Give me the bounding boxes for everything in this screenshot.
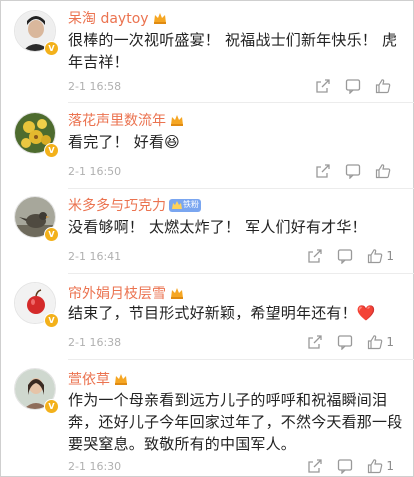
share-icon bbox=[308, 335, 323, 349]
thumbs-up-icon bbox=[375, 79, 391, 94]
thumbs-up-icon bbox=[368, 459, 383, 474]
like-count: 1 bbox=[386, 249, 394, 263]
comment-icon bbox=[338, 459, 353, 474]
share-button[interactable] bbox=[300, 247, 330, 265]
username[interactable]: 帘外娟月枝层雪 bbox=[68, 283, 166, 303]
comment-icon bbox=[338, 335, 353, 350]
timestamp: 2-1 16:50 bbox=[68, 165, 122, 178]
thumbs-up-icon bbox=[375, 164, 391, 179]
share-button[interactable] bbox=[300, 333, 330, 351]
comment-button[interactable] bbox=[338, 77, 368, 95]
member-crown-icon bbox=[115, 374, 127, 385]
share-button[interactable] bbox=[308, 162, 338, 180]
divider bbox=[68, 188, 414, 189]
username[interactable]: 米多多与巧克力 bbox=[68, 195, 166, 215]
crown-icon bbox=[172, 200, 182, 209]
thumbs-up-icon bbox=[368, 335, 383, 350]
avatar[interactable]: V bbox=[14, 10, 59, 56]
username[interactable]: 落花声里数流年 bbox=[68, 110, 166, 130]
avatar[interactable]: V bbox=[14, 112, 59, 158]
thumbs-up-icon bbox=[368, 249, 383, 264]
share-button[interactable] bbox=[300, 457, 330, 475]
member-crown-icon bbox=[171, 288, 183, 299]
comment-text: 很棒的一次视听盛宴！ 祝福战士们新年快乐！ 虎年吉祥！ bbox=[68, 31, 398, 71]
comment-text: 结束了，节目形式好新颖，希望明年还有！❤️ bbox=[68, 304, 376, 322]
fan-badge-label: 铁粉 bbox=[183, 200, 199, 209]
like-count: 1 bbox=[386, 459, 394, 473]
timestamp: 2-1 16:30 bbox=[68, 460, 122, 473]
comment-text: 看完了！ 好看😆 bbox=[68, 133, 181, 151]
comment-icon bbox=[345, 79, 361, 94]
member-crown-icon bbox=[171, 115, 183, 126]
fan-badge: 铁粉 bbox=[169, 198, 201, 212]
avatar[interactable]: V bbox=[14, 196, 59, 242]
share-icon bbox=[316, 164, 330, 178]
divider bbox=[68, 102, 414, 103]
comment-icon bbox=[338, 249, 353, 264]
verified-badge-icon: V bbox=[44, 41, 59, 56]
share-icon bbox=[308, 249, 323, 263]
divider bbox=[68, 359, 414, 360]
comment-button[interactable] bbox=[330, 457, 360, 475]
comment-button[interactable] bbox=[338, 162, 368, 180]
timestamp: 2-1 16:41 bbox=[68, 250, 122, 263]
share-button[interactable] bbox=[308, 77, 338, 95]
comment-icon bbox=[345, 164, 361, 179]
comment-text: 没看够啊！ 太燃太炸了！ 军人们好有才华！ bbox=[68, 218, 367, 236]
verified-badge-icon: V bbox=[44, 399, 59, 414]
share-icon bbox=[308, 459, 323, 473]
comment-button[interactable] bbox=[330, 247, 360, 265]
username[interactable]: 呆淘 daytoy bbox=[68, 8, 149, 28]
share-icon bbox=[316, 79, 330, 93]
like-count: 1 bbox=[386, 335, 394, 349]
verified-badge-icon: V bbox=[44, 143, 59, 158]
member-crown-icon bbox=[153, 13, 166, 24]
like-button[interactable] bbox=[368, 162, 398, 180]
verified-badge-icon: V bbox=[44, 227, 59, 242]
comment-text: 作为一个母亲看到远方儿子的呼呼和祝福瞬间泪奔，还好儿子今年回家过年了，不然今天看… bbox=[68, 391, 403, 453]
avatar[interactable]: V bbox=[14, 282, 59, 328]
avatar[interactable]: V bbox=[14, 368, 59, 414]
timestamp: 2-1 16:38 bbox=[68, 336, 122, 349]
timestamp: 2-1 16:58 bbox=[68, 80, 122, 93]
comment-button[interactable] bbox=[330, 333, 360, 351]
like-button[interactable] bbox=[368, 77, 398, 95]
verified-badge-icon: V bbox=[44, 313, 59, 328]
username[interactable]: 萱依草 bbox=[68, 369, 110, 389]
divider bbox=[68, 273, 414, 274]
